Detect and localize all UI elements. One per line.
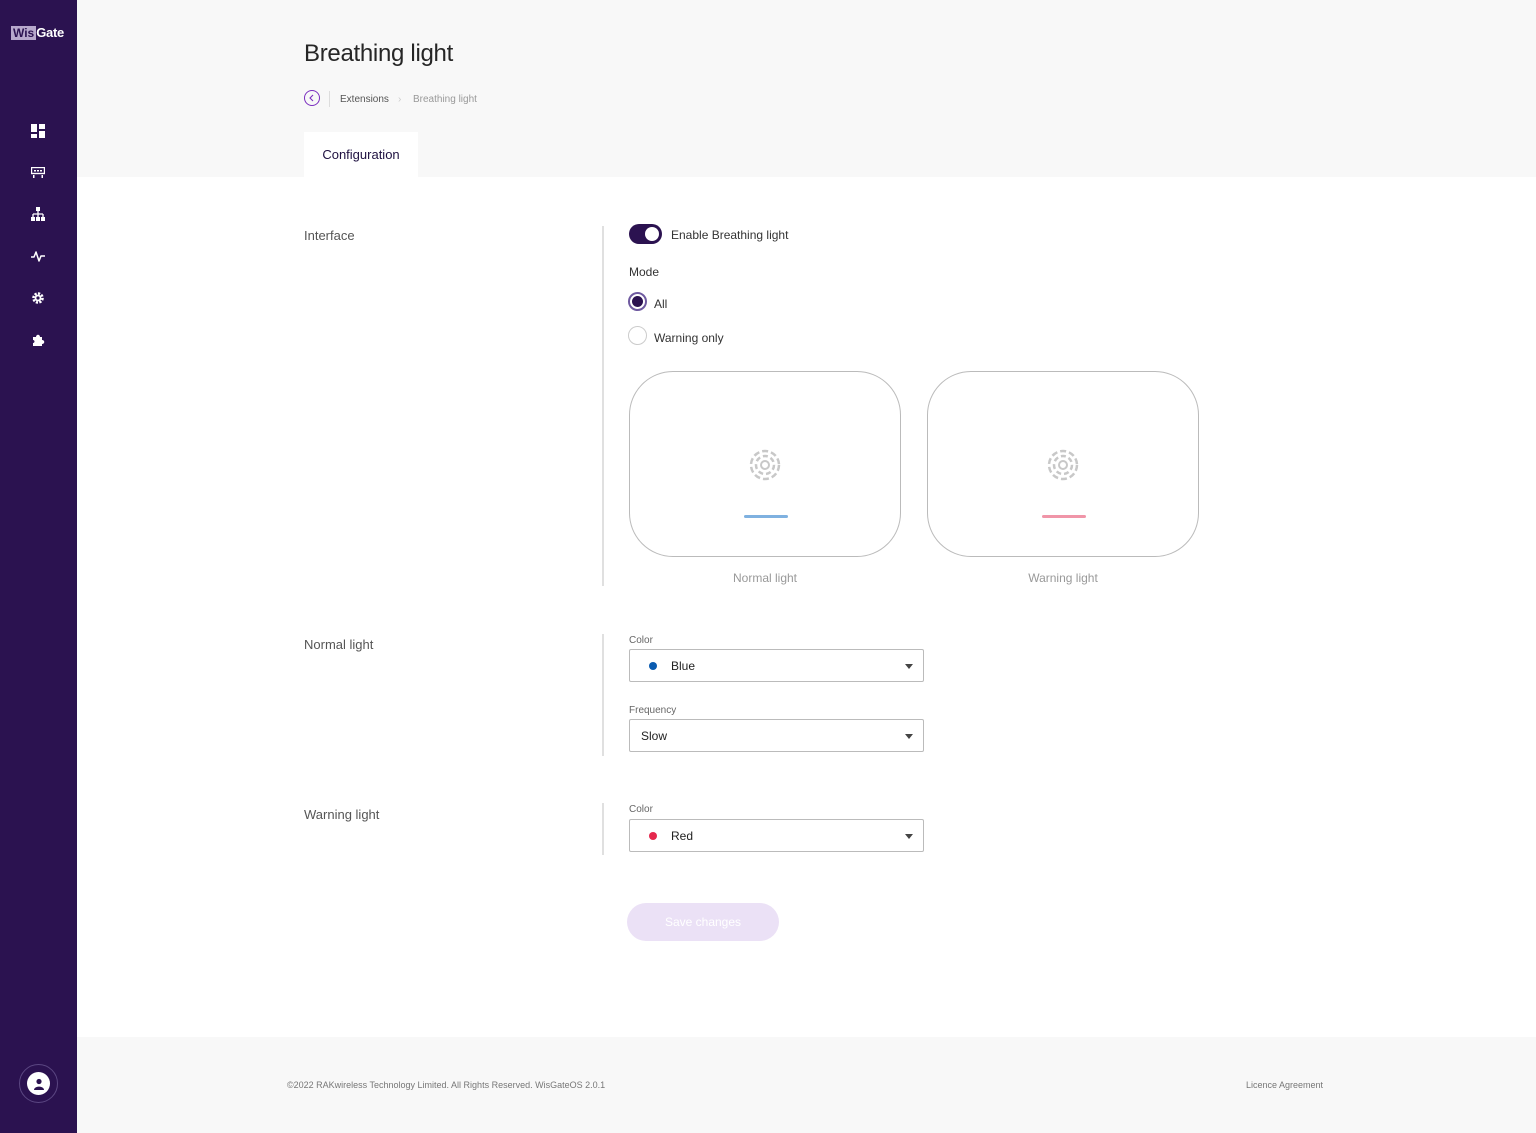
normal-frequency-select[interactable]: Slow <box>629 719 924 752</box>
device-logo-icon <box>1047 449 1079 481</box>
wisgate-logo[interactable]: Wis Gate <box>11 24 67 40</box>
logo-wis-text: Wis <box>11 26 37 40</box>
normal-color-label: Color <box>629 635 653 646</box>
toggle-knob <box>645 227 659 241</box>
caret-down-icon <box>905 834 913 839</box>
save-changes-button[interactable]: Save changes <box>627 903 779 941</box>
licence-agreement-link[interactable]: Licence Agreement <box>1246 1080 1323 1090</box>
section-divider <box>602 803 604 855</box>
breadcrumb-chevron-icon: › <box>398 94 402 105</box>
breadcrumb-divider <box>329 91 330 107</box>
enable-breathing-light-toggle[interactable] <box>629 224 662 244</box>
back-button[interactable] <box>304 90 320 106</box>
extensions-puzzle-icon[interactable] <box>29 331 47 349</box>
warning-light-section-label: Warning light <box>304 807 380 822</box>
normal-color-value: Blue <box>671 659 696 673</box>
section-divider <box>602 226 604 586</box>
sidebar: Wis Gate <box>0 0 77 1133</box>
page-title: Breathing light <box>304 40 453 67</box>
settings-gear-icon[interactable] <box>29 289 47 307</box>
network-icon[interactable] <box>29 205 47 223</box>
breadcrumb-extensions-link[interactable]: Extensions <box>340 94 389 105</box>
warning-color-select[interactable]: Red <box>629 819 924 852</box>
device-logo-icon <box>749 449 781 481</box>
breadcrumb-current: Breathing light <box>413 94 477 105</box>
section-divider <box>602 634 604 756</box>
normal-frequency-label: Frequency <box>629 705 677 716</box>
tab-configuration[interactable]: Configuration <box>304 132 418 177</box>
warning-light-indicator-bar <box>1042 515 1086 518</box>
activity-icon[interactable] <box>29 247 47 265</box>
normal-light-preview <box>629 371 901 557</box>
user-avatar-button[interactable] <box>19 1064 58 1103</box>
warning-color-value: Red <box>671 829 694 843</box>
normal-light-section-label: Normal light <box>304 637 374 652</box>
caret-down-icon <box>905 734 913 739</box>
normal-light-caption: Normal light <box>732 571 798 585</box>
gateway-icon[interactable] <box>29 164 47 182</box>
user-icon <box>27 1072 50 1095</box>
mode-all-label: All <box>654 297 668 311</box>
warning-color-label: Color <box>629 804 653 815</box>
mode-label: Mode <box>629 265 660 279</box>
warning-light-preview <box>927 371 1199 557</box>
mode-all-radio[interactable] <box>628 292 647 311</box>
normal-light-indicator-bar <box>744 515 788 518</box>
footer-copyright: ©2022 RAKwireless Technology Limited. Al… <box>287 1080 606 1090</box>
normal-frequency-value: Slow <box>641 729 668 743</box>
dashboard-icon[interactable] <box>29 122 47 140</box>
warning-light-caption: Warning light <box>1028 571 1098 585</box>
content-panel <box>77 177 1536 1037</box>
mode-warning-only-label: Warning only <box>654 331 724 345</box>
normal-color-select[interactable]: Blue <box>629 649 924 682</box>
enable-breathing-light-label: Enable Breathing light <box>671 228 789 242</box>
logo-gate-text: Gate <box>36 25 64 40</box>
mode-warning-only-radio[interactable] <box>628 326 647 345</box>
interface-section-label: Interface <box>304 228 355 243</box>
red-color-dot-icon <box>649 832 657 840</box>
blue-color-dot-icon <box>649 662 657 670</box>
caret-down-icon <box>905 664 913 669</box>
chevron-left-icon <box>309 94 314 102</box>
